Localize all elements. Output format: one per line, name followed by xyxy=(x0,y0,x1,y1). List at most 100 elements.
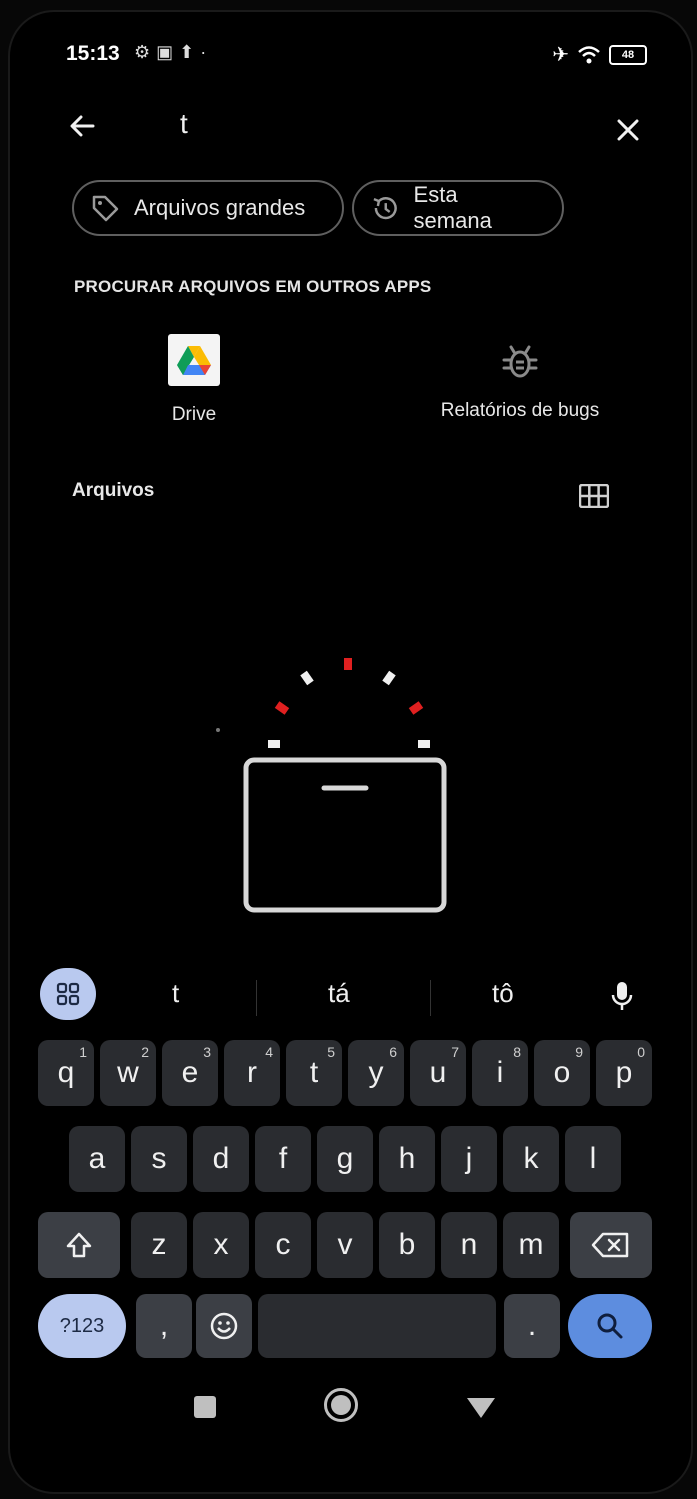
grid-view-button[interactable] xyxy=(572,474,616,518)
chip-this-week[interactable]: Esta semana xyxy=(352,180,564,236)
phone-screen: 15:13 ⚙ ▣ ⬆ · ✈ 48 t Arquivos grandes Es… xyxy=(8,10,693,1494)
chip-label: Esta semana xyxy=(413,182,492,233)
app-drive[interactable]: Drive xyxy=(128,334,260,426)
key-number-hint: 5 xyxy=(327,1044,335,1060)
backspace-icon xyxy=(591,1232,629,1258)
key-number-hint: 6 xyxy=(389,1044,397,1060)
key-t[interactable]: t5 xyxy=(286,1040,342,1106)
clear-search-button[interactable] xyxy=(606,108,650,152)
key-letter: u xyxy=(429,1056,447,1089)
arrow-left-icon xyxy=(70,115,95,137)
key-number-hint: 7 xyxy=(451,1044,459,1060)
emoji-key[interactable] xyxy=(196,1294,252,1358)
key-letter: t xyxy=(309,1056,319,1089)
keyboard-apps-button[interactable] xyxy=(40,968,96,1020)
key-number-hint: 3 xyxy=(203,1044,211,1060)
status-right-icons: ✈ 48 xyxy=(552,42,647,67)
home-button[interactable] xyxy=(324,1388,358,1422)
history-icon xyxy=(373,197,397,220)
apps-grid-icon xyxy=(56,982,80,1006)
chip-label: Arquivos grandes xyxy=(134,195,306,220)
key-k[interactable]: k xyxy=(503,1126,559,1192)
key-y[interactable]: y6 xyxy=(348,1040,404,1106)
key-n[interactable]: n xyxy=(441,1212,497,1278)
key-q[interactable]: q1 xyxy=(38,1040,94,1106)
back-button[interactable] xyxy=(60,104,104,148)
empty-state-illustration xyxy=(216,658,447,913)
dot-icon: · xyxy=(200,42,207,62)
nav-back-button[interactable] xyxy=(464,1394,498,1422)
search-submit-key[interactable] xyxy=(568,1294,652,1358)
emoji-icon xyxy=(210,1312,238,1340)
key-d[interactable]: d xyxy=(193,1126,249,1192)
status-left-icons: ⚙ ▣ ⬆ · xyxy=(134,42,206,63)
suggestion-item[interactable]: t xyxy=(172,978,179,1009)
app-label: Drive xyxy=(171,404,217,425)
shift-icon xyxy=(66,1232,92,1258)
upload-icon: ⬆ xyxy=(179,42,195,62)
suggestion-divider xyxy=(256,980,257,1016)
key-number-hint: 0 xyxy=(637,1044,645,1060)
key-letter: p xyxy=(615,1056,633,1089)
key-z[interactable]: z xyxy=(131,1212,187,1278)
key-letter: r xyxy=(247,1056,257,1089)
suggestion-divider xyxy=(430,980,431,1016)
files-section-label: Arquivos xyxy=(72,480,155,501)
chip-large-files[interactable]: Arquivos grandes xyxy=(72,180,344,236)
shift-key[interactable] xyxy=(38,1212,120,1278)
key-e[interactable]: e3 xyxy=(162,1040,218,1106)
search-input[interactable]: t xyxy=(180,108,188,140)
key-x[interactable]: x xyxy=(193,1212,249,1278)
key-u[interactable]: u7 xyxy=(410,1040,466,1106)
airplane-icon: ✈ xyxy=(552,44,569,66)
key-o[interactable]: o9 xyxy=(534,1040,590,1106)
key-number-hint: 1 xyxy=(79,1044,87,1060)
key-number-hint: 8 xyxy=(513,1044,521,1060)
suggestion-item[interactable]: tá xyxy=(328,978,350,1009)
google-drive-icon xyxy=(168,334,220,386)
key-letter: y xyxy=(368,1056,384,1089)
comma-key[interactable]: , xyxy=(136,1294,192,1358)
key-letter: i xyxy=(496,1056,504,1089)
key-p[interactable]: p0 xyxy=(596,1040,652,1106)
key-i[interactable]: i8 xyxy=(472,1040,528,1106)
close-icon xyxy=(617,119,639,141)
key-a[interactable]: a xyxy=(69,1126,125,1192)
key-number-hint: 9 xyxy=(575,1044,583,1060)
key-j[interactable]: j xyxy=(441,1126,497,1192)
key-v[interactable]: v xyxy=(317,1212,373,1278)
key-letter: e xyxy=(181,1056,199,1089)
key-f[interactable]: f xyxy=(255,1126,311,1192)
section-title-other-apps: PROCURAR ARQUIVOS EM OUTROS APPS xyxy=(74,277,432,296)
tag-icon xyxy=(92,195,119,222)
backspace-key[interactable] xyxy=(570,1212,652,1278)
microphone-icon xyxy=(611,982,633,1010)
key-g[interactable]: g xyxy=(317,1126,373,1192)
key-w[interactable]: w2 xyxy=(100,1040,156,1106)
key-m[interactable]: m xyxy=(503,1212,559,1278)
status-time: 15:13 xyxy=(66,42,120,65)
virtual-keyboard: q1 w2 e3 r4 t5 y6 u7 i8 o9 p0 a s d f g … xyxy=(16,1036,664,1358)
key-letter: o xyxy=(553,1056,571,1089)
key-s[interactable]: s xyxy=(131,1126,187,1192)
app-bug-reports[interactable]: Relatórios de bugs xyxy=(420,342,620,422)
key-b[interactable]: b xyxy=(379,1212,435,1278)
key-letter: w xyxy=(117,1056,139,1089)
space-key[interactable] xyxy=(258,1294,496,1358)
suggestion-item[interactable]: tô xyxy=(492,978,514,1009)
wifi-icon xyxy=(578,45,600,63)
recent-apps-button[interactable] xyxy=(194,1396,216,1418)
key-l[interactable]: l xyxy=(565,1126,621,1192)
voice-input-button[interactable] xyxy=(600,974,644,1018)
key-letter: q xyxy=(57,1056,75,1089)
key-r[interactable]: r4 xyxy=(224,1040,280,1106)
notification-app-icon: ▣ xyxy=(156,42,174,62)
battery-icon: 48 xyxy=(609,44,647,65)
key-number-hint: 2 xyxy=(141,1044,149,1060)
key-c[interactable]: c xyxy=(255,1212,311,1278)
symbols-key[interactable]: ?123 xyxy=(38,1294,126,1358)
key-h[interactable]: h xyxy=(379,1126,435,1192)
bug-icon xyxy=(502,345,538,378)
period-key[interactable]: . xyxy=(504,1294,560,1358)
settings-gear-icon: ⚙ xyxy=(134,42,151,62)
